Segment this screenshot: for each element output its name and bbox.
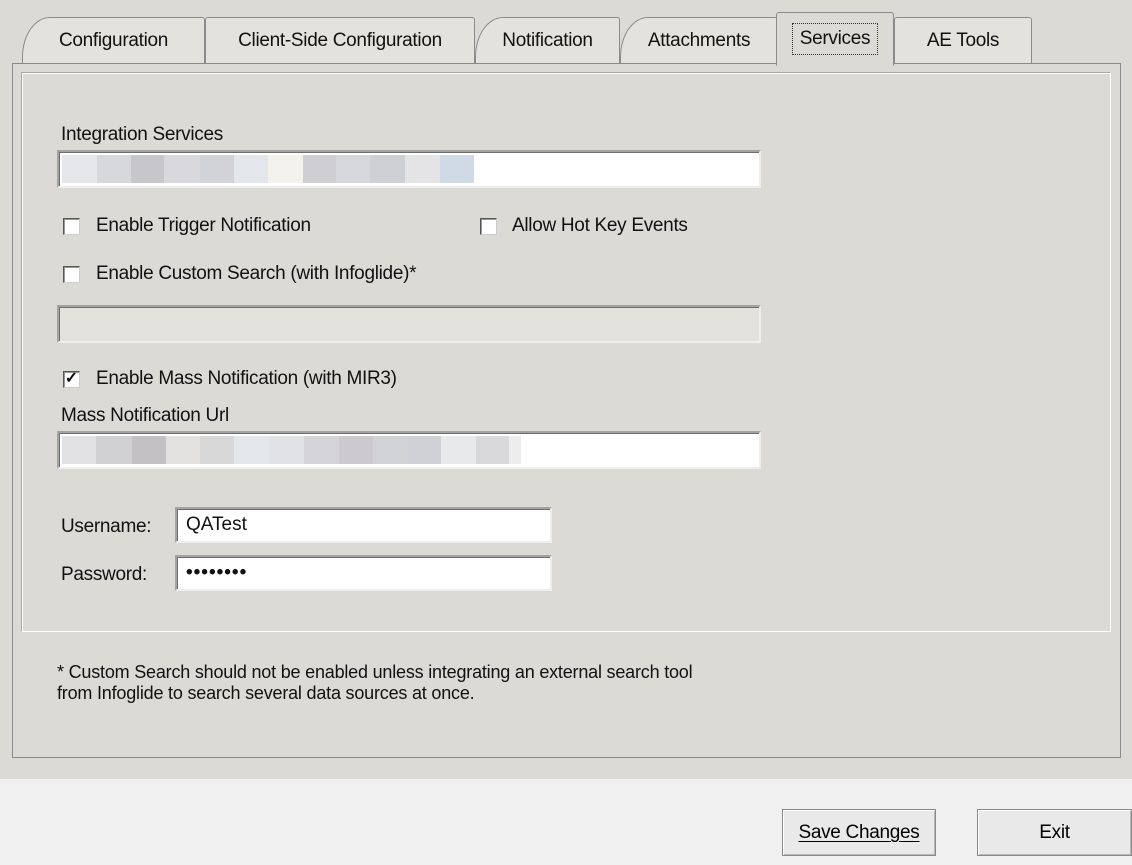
button-bar <box>0 779 1132 865</box>
tab-label: Services <box>791 23 879 55</box>
custom-search-footnote: * Custom Search should not be enabled un… <box>57 662 817 704</box>
custom-search-input[interactable] <box>57 305 761 343</box>
tab-configuration[interactable]: Configuration <box>22 17 205 63</box>
tab-label: AE Tools <box>926 29 1000 51</box>
allow-hot-key-events-label: Allow Hot Key Events <box>512 215 688 236</box>
tab-label: Notification <box>502 29 593 51</box>
redacted-value <box>62 155 474 183</box>
redacted-value <box>62 436 521 464</box>
exit-label: Exit <box>1039 821 1070 843</box>
tab-label: Attachments <box>647 29 751 51</box>
tab-strip: Configuration Client-Side Configuration … <box>0 0 1132 66</box>
tab-attachments[interactable]: Attachments <box>620 17 778 63</box>
integration-services-input[interactable] <box>57 150 761 188</box>
save-changes-button[interactable]: Save Changes <box>782 809 936 856</box>
enable-custom-search-checkbox[interactable] <box>63 266 80 283</box>
mass-notification-url-label: Mass Notification Url <box>61 405 229 426</box>
tab-notification[interactable]: Notification <box>475 17 620 63</box>
tab-label: Configuration <box>58 29 169 51</box>
enable-mass-notification-label: Enable Mass Notification (with MIR3) <box>96 368 397 389</box>
tab-ae-tools[interactable]: AE Tools <box>894 17 1032 63</box>
integration-services-label: Integration Services <box>61 124 223 145</box>
exit-button[interactable]: Exit <box>977 809 1132 856</box>
username-label: Username: <box>61 516 152 537</box>
password-label: Password: <box>61 564 148 585</box>
enable-trigger-notification-checkbox[interactable] <box>63 218 80 235</box>
footnote-line-2: from Infoglide to search several data so… <box>57 683 475 703</box>
save-changes-label: Save Changes <box>798 821 920 843</box>
username-input[interactable]: QATest <box>175 507 552 543</box>
enable-mass-notification-checkbox[interactable]: ✓ <box>63 371 80 388</box>
footnote-line-1: * Custom Search should not be enabled un… <box>57 662 693 682</box>
mass-notification-url-input[interactable] <box>57 431 761 469</box>
tab-label: Client-Side Configuration <box>238 29 442 51</box>
enable-custom-search-label: Enable Custom Search (with Infoglide)* <box>96 263 417 284</box>
tab-client-side-configuration[interactable]: Client-Side Configuration <box>205 17 475 63</box>
tab-services[interactable]: Services <box>776 12 894 66</box>
password-input[interactable]: •••••••• <box>175 555 552 591</box>
enable-trigger-notification-label: Enable Trigger Notification <box>96 215 311 236</box>
allow-hot-key-events-checkbox[interactable] <box>480 218 497 235</box>
